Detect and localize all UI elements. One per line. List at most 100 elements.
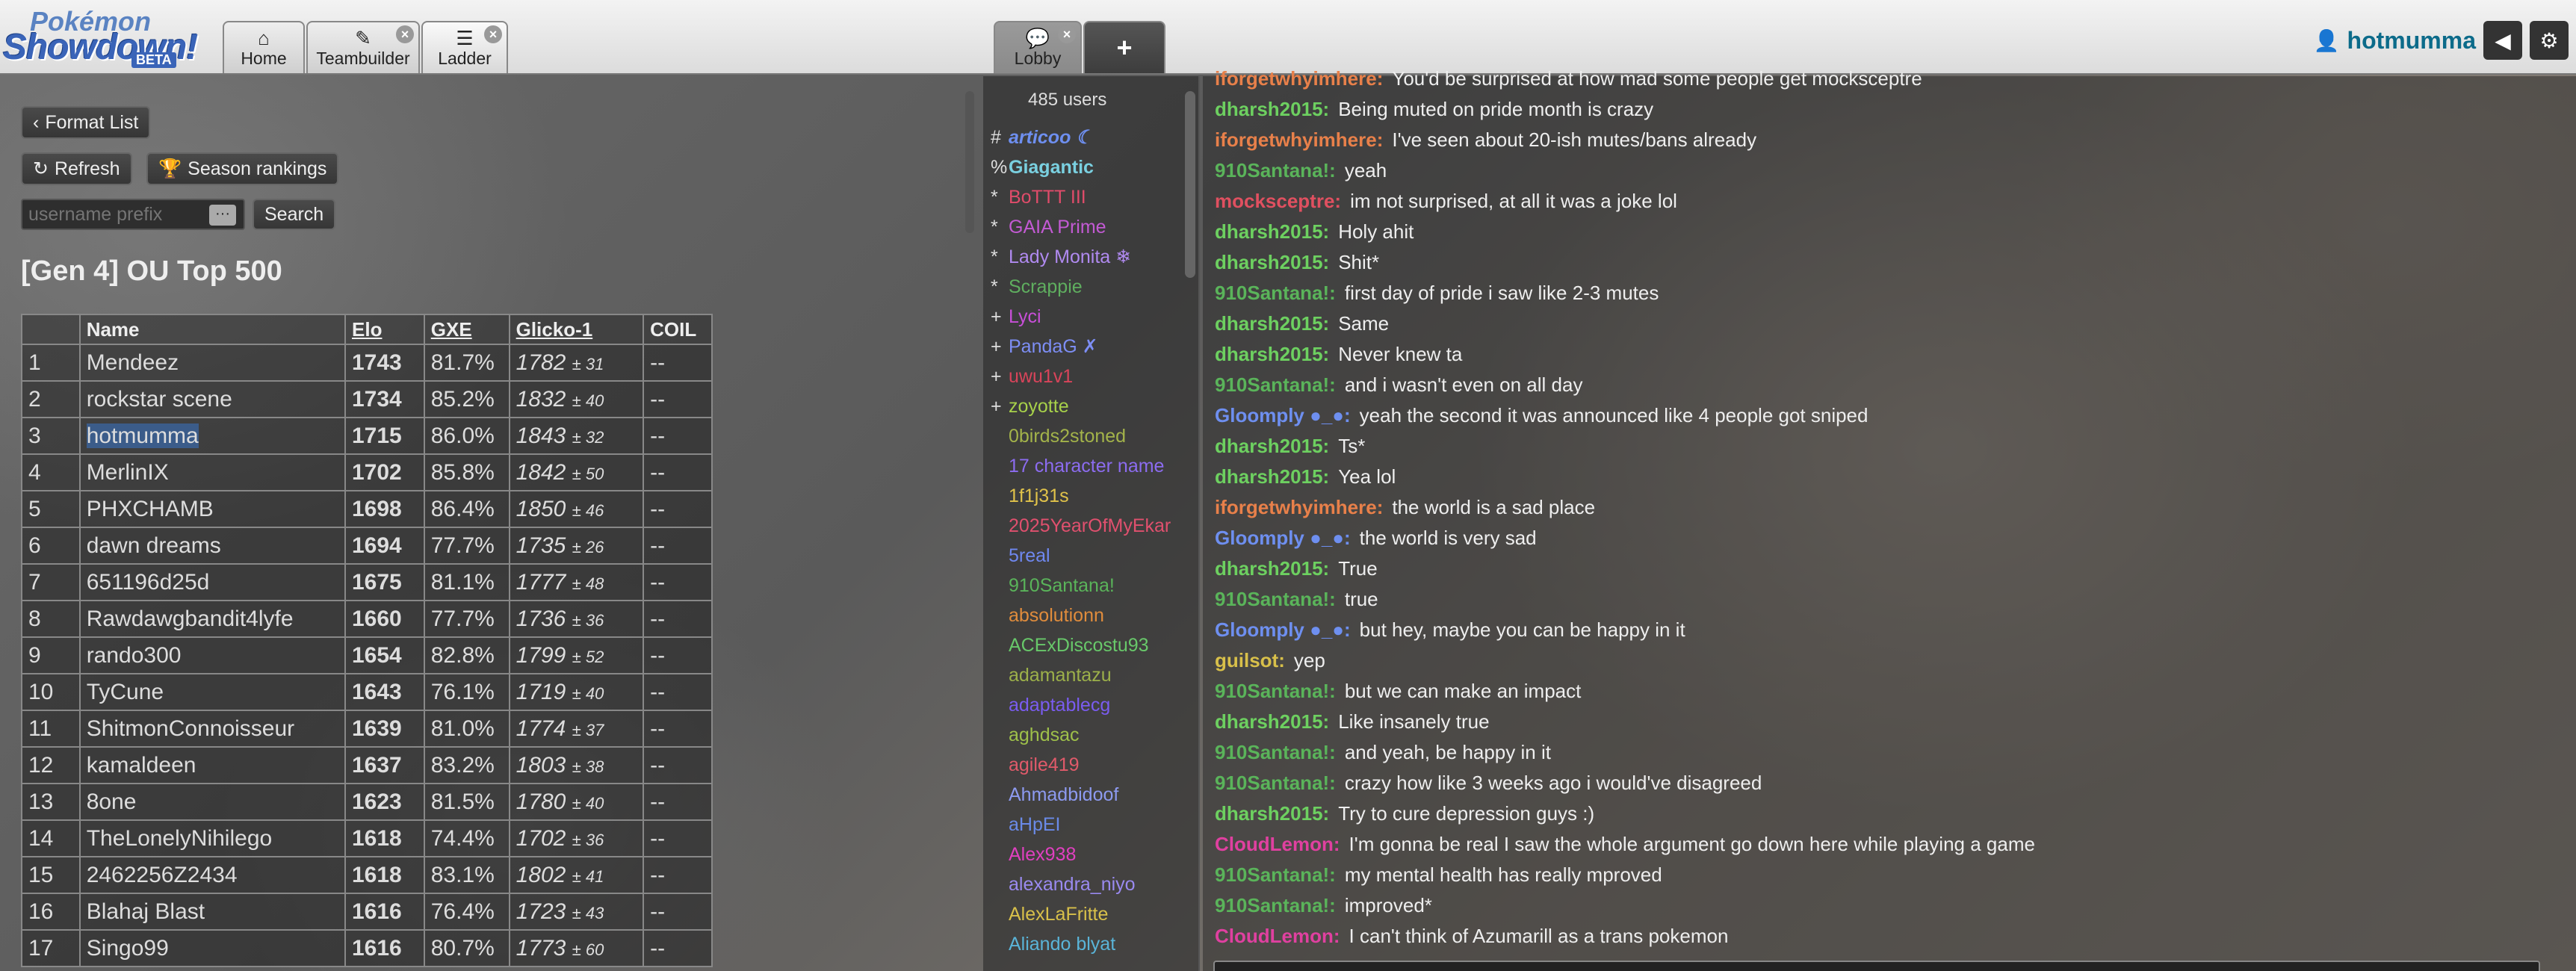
chat-input[interactable] [1213,961,2540,971]
user-list-item[interactable]: # articoo ☾ [991,122,1171,152]
user-list-item[interactable]: aghdsac [991,720,1171,750]
player-name[interactable]: Rawdawgbandit4lyfe [87,607,294,631]
chat-username[interactable]: dharsh2015: [1215,710,1329,733]
player-name[interactable]: Singo99 [87,936,169,961]
chat-username[interactable]: 910Santana!: [1215,772,1336,794]
user-list-item[interactable]: 0birds2stoned [991,421,1171,451]
chat-username[interactable]: 910Santana!: [1215,282,1336,304]
chat-username[interactable]: Gloomply ●_●: [1215,527,1351,549]
user-list-item[interactable]: adaptablecg [991,690,1171,720]
player-name-link[interactable]: 8one [78,783,347,821]
tab-teambuilder[interactable]: ✎ Teambuilder × [306,21,420,73]
player-name[interactable]: PHXCHAMB [87,497,214,521]
chat-username[interactable]: dharsh2015: [1215,343,1329,365]
player-name[interactable]: rockstar scene [87,387,232,412]
user-list-item[interactable]: + uwu1v1 [991,362,1171,391]
player-name-link[interactable]: 2462256Z2434 [78,856,347,894]
chat-username[interactable]: dharsh2015: [1215,435,1329,457]
player-name-link[interactable]: ShitmonConnoisseur [78,710,347,748]
user-list-item[interactable]: aHpEI [991,810,1171,840]
chat-username[interactable]: CloudLemon: [1215,833,1340,855]
add-room-button[interactable]: + [1083,21,1165,73]
player-name-link[interactable]: TyCune [78,673,347,711]
user-list-item[interactable]: agile419 [991,750,1171,780]
player-name-link[interactable]: dawn dreams [78,527,347,565]
col-glicko[interactable]: Glicko-1 [508,314,645,345]
user-list-item[interactable]: 910Santana! [991,571,1171,601]
chat-username[interactable]: 910Santana!: [1215,741,1336,763]
sound-button[interactable]: ◀ [2483,21,2522,60]
tab-ladder[interactable]: ☰ Ladder × [421,21,508,73]
close-icon[interactable]: × [1058,25,1076,43]
user-list-item[interactable]: 2025YearOfMyEkar [991,511,1171,541]
player-name-link[interactable]: kamaldeen [78,746,347,784]
close-icon[interactable]: × [396,25,414,43]
player-name-link[interactable]: rockstar scene [78,380,347,418]
player-name-link[interactable]: MerlinIX [78,453,347,491]
chat-username[interactable]: 910Santana!: [1215,894,1336,916]
user-list-item[interactable]: * GAIA Prime [991,212,1171,242]
player-name-link[interactable]: Blahaj Blast [78,893,347,931]
user-list-item[interactable]: 1f1j31s [991,481,1171,511]
chat-username[interactable]: mocksceptre: [1215,190,1341,212]
user-list-item[interactable]: * Lady Monita ❄ [991,242,1171,272]
search-button[interactable]: Search [253,199,336,230]
player-name-link[interactable]: Rawdawgbandit4lyfe [78,600,347,638]
chat-username[interactable]: CloudLemon: [1215,925,1340,947]
player-name[interactable]: 651196d25d [87,570,210,595]
tab-lobby[interactable]: 💬 Lobby × [994,21,1082,73]
tab-home[interactable]: ⌂ Home [223,21,305,73]
username[interactable]: hotmumma [2347,27,2476,55]
user-list-item[interactable]: Ahmadbidoof [991,780,1171,810]
chat-username[interactable]: dharsh2015: [1215,312,1329,335]
chat-username[interactable]: 910Santana!: [1215,680,1336,702]
player-name[interactable]: TyCune [87,680,164,704]
season-rankings-button[interactable]: 🏆 Season rankings [146,152,339,185]
chat-username[interactable]: dharsh2015: [1215,220,1329,243]
player-name-link[interactable]: TheLonelyNihilego [78,819,347,857]
chat-username[interactable]: dharsh2015: [1215,557,1329,580]
ladder-scrollbar[interactable] [965,91,974,233]
chat-username[interactable]: iforgetwhyimhere: [1215,67,1383,90]
player-name-link[interactable]: PHXCHAMB [78,490,347,528]
user-list-item[interactable]: 5real [991,541,1171,571]
close-icon[interactable]: × [484,25,502,43]
user-list-scrollbar[interactable] [1185,91,1195,278]
user-list-item[interactable]: absolutionn [991,601,1171,630]
player-name-link[interactable]: 651196d25d [78,563,347,601]
player-name-link[interactable]: rando300 [78,636,347,674]
user-list-item[interactable]: % Giagantic [991,152,1171,182]
player-name[interactable]: ShitmonConnoisseur [87,716,294,741]
player-name-link[interactable]: hotmumma [78,417,347,455]
user-list-item[interactable]: * BoTTT III [991,182,1171,212]
settings-button[interactable]: ⚙ [2530,21,2569,60]
refresh-button[interactable]: ↻ Refresh [21,152,132,185]
chat-username[interactable]: 910Santana!: [1215,863,1336,886]
player-name[interactable]: dawn dreams [87,533,221,558]
player-name[interactable]: MerlinIX [87,460,169,485]
chat-username[interactable]: dharsh2015: [1215,465,1329,488]
more-icon[interactable]: ··· [209,205,236,226]
col-elo[interactable]: Elo [344,314,425,345]
player-name[interactable]: 8one [87,789,137,814]
player-name[interactable]: hotmumma [86,423,199,448]
user-list-item[interactable]: 17 character name [991,451,1171,481]
user-list-item[interactable]: + PandaG ✗ [991,332,1171,362]
player-name[interactable]: kamaldeen [87,753,196,778]
chat-username[interactable]: dharsh2015: [1215,802,1329,825]
format-list-button[interactable]: ‹ Format List [21,106,151,139]
player-name-link[interactable]: Mendeez [78,344,347,382]
user-list-item[interactable]: AlexLaFritte [991,899,1171,929]
chat-username[interactable]: dharsh2015: [1215,98,1329,120]
user-list-item[interactable]: Aliando blyat [991,929,1171,959]
user-list-item[interactable]: Alex938 [991,840,1171,869]
chat-username[interactable]: Gloomply ●_●: [1215,404,1351,426]
user-list-item[interactable]: alexandra_niyo [991,869,1171,899]
user-list-item[interactable]: adamantazu [991,660,1171,690]
chat-username[interactable]: Gloomply ●_●: [1215,618,1351,641]
user-list-item[interactable]: ACExDiscostu93 [991,630,1171,660]
player-name[interactable]: rando300 [87,643,182,668]
chat-username[interactable]: dharsh2015: [1215,251,1329,273]
player-name[interactable]: Blahaj Blast [87,899,205,924]
player-name[interactable]: Mendeez [87,350,179,375]
